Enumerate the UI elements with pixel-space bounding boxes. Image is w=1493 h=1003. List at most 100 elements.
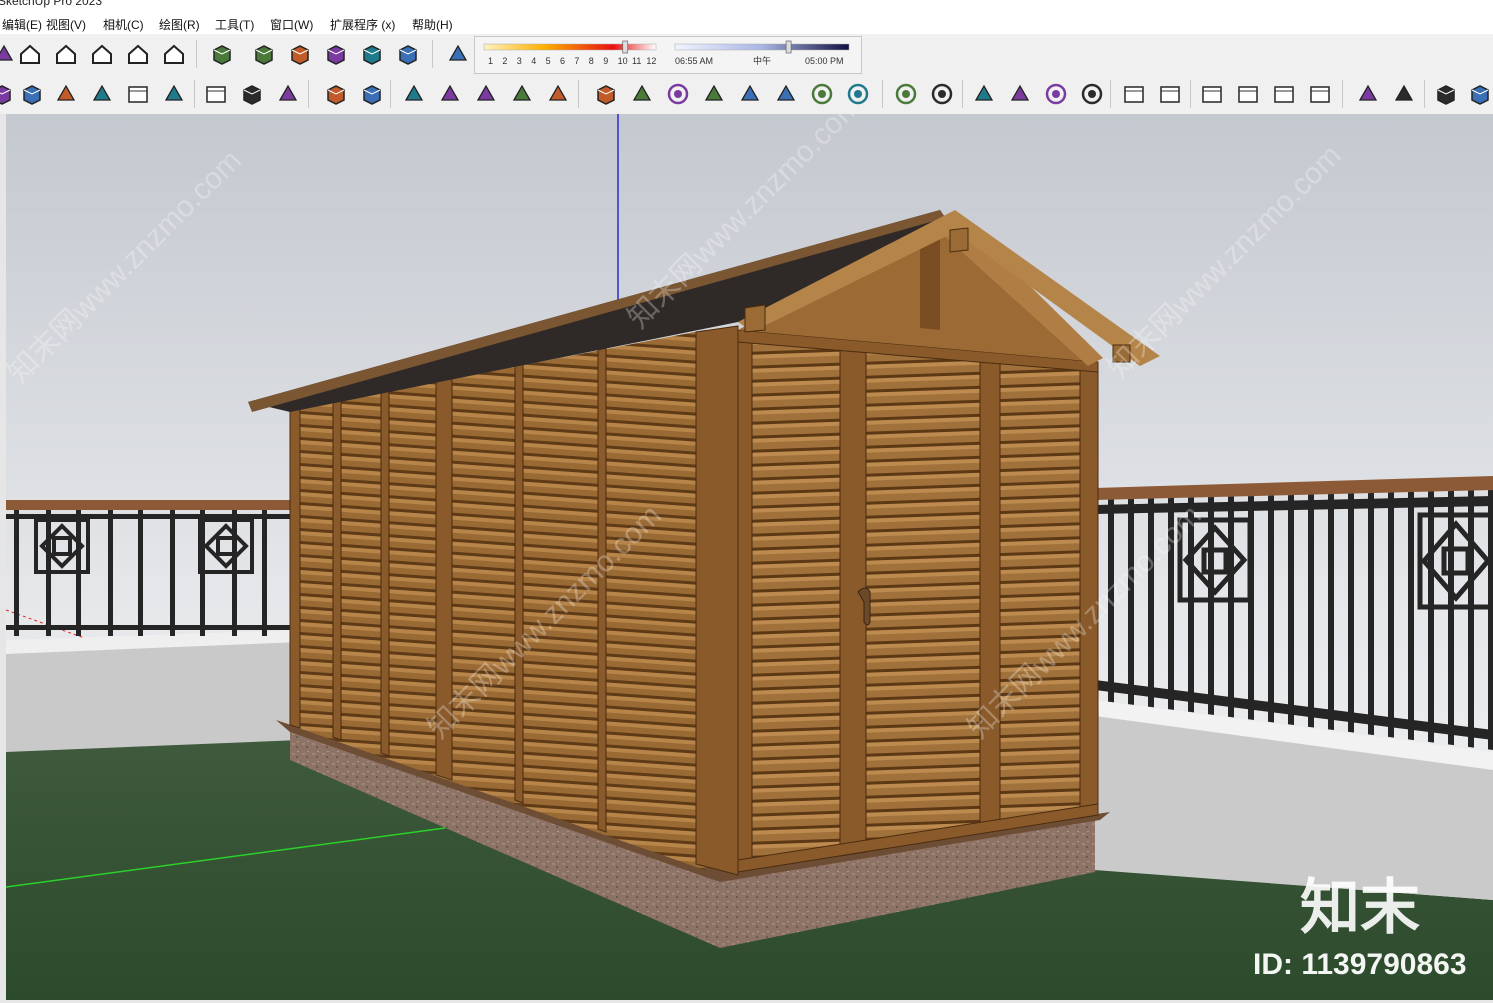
right-view-icon[interactable]: [162, 42, 186, 66]
stacked-boxes-icon[interactable]: [240, 82, 264, 106]
time-slider-thumb[interactable]: [785, 40, 792, 54]
drape-icon[interactable]: [474, 82, 498, 106]
menu-help[interactable]: 帮助(H): [412, 16, 453, 33]
month-tick-label: 9: [603, 56, 608, 66]
month-tick-label: 6: [560, 56, 565, 66]
scatter-icon[interactable]: [1392, 82, 1416, 106]
add-detail-icon[interactable]: [510, 82, 534, 106]
hidden-line-style-icon[interactable]: [324, 42, 348, 66]
month-tick-label: 3: [517, 56, 522, 66]
camera-window-icon[interactable]: [1236, 82, 1260, 106]
lock-window-icon[interactable]: [1308, 82, 1332, 106]
month-tick-label: 8: [589, 56, 594, 66]
time-slider-track[interactable]: [674, 43, 850, 51]
dimension-style-icon[interactable]: [594, 82, 618, 106]
toolbar-separator: [1342, 80, 1343, 108]
vray-icon[interactable]: [894, 82, 918, 106]
menu-view[interactable]: 视图(V): [46, 16, 86, 33]
month-tick-label: 12: [646, 56, 656, 66]
menu-draw[interactable]: 绘图(R): [159, 16, 200, 33]
sandbox-from-contours-icon[interactable]: [324, 82, 348, 106]
layout-icon[interactable]: [162, 82, 186, 106]
toolbar-separator: [432, 40, 433, 68]
watermark-id: ID: 1139790863: [1253, 948, 1467, 981]
menu-edit[interactable]: 编辑(E): [2, 16, 42, 33]
stamp-icon[interactable]: [438, 82, 462, 106]
toolbar-separator: [390, 80, 391, 108]
time-end-label: 05:00 PM: [805, 56, 844, 66]
grid-icon[interactable]: [204, 82, 228, 106]
menu-window[interactable]: 窗口(W): [270, 16, 313, 33]
protractor-icon[interactable]: [630, 82, 654, 106]
refresh-icon[interactable]: [1080, 82, 1104, 106]
back-view-icon[interactable]: [90, 42, 114, 66]
eraser-stamp-icon[interactable]: [90, 82, 114, 106]
month-tick-label: 4: [531, 56, 536, 66]
toolbar-tools: [0, 74, 1493, 115]
menu-tools[interactable]: 工具(T): [215, 16, 254, 33]
month-tick-label: 5: [546, 56, 551, 66]
shadow-sliders: 1 2 3 4 5 6 7 8 9 10 11 12 06:55 AM 中午 05:00 PM: [483, 40, 850, 66]
menu-extensions[interactable]: 扩展程序 (x): [330, 16, 395, 33]
smoove-icon[interactable]: [402, 82, 426, 106]
time-start-label: 06:55 AM: [675, 56, 713, 66]
sphere-icon[interactable]: [846, 82, 870, 106]
toolbar-separator: [578, 80, 579, 108]
teapot-play-icon[interactable]: [1008, 82, 1032, 106]
month-tick-label: 1: [488, 56, 493, 66]
toolbar-separator: [196, 40, 197, 68]
gradient-cube-icon[interactable]: [1434, 82, 1458, 106]
dome-icon[interactable]: [810, 82, 834, 106]
top-partial-icon[interactable]: [0, 42, 16, 66]
speed-icon[interactable]: [1044, 82, 1068, 106]
section-display-icon[interactable]: [1158, 82, 1182, 106]
toolbar-separator: [1110, 80, 1111, 108]
section-grid-icon[interactable]: [126, 82, 150, 106]
palette-icon[interactable]: [930, 82, 954, 106]
front-view-icon[interactable]: [54, 42, 78, 66]
toolbar-separator: [194, 80, 195, 108]
section-plane-icon[interactable]: [1122, 82, 1146, 106]
umbrella-icon[interactable]: [738, 82, 762, 106]
components-icon[interactable]: [210, 42, 234, 66]
time-noon-label: 中午: [753, 55, 771, 66]
box-partial-icon[interactable]: [0, 82, 14, 106]
circle-ring-icon[interactable]: [666, 82, 690, 106]
month-tick-label: 11: [632, 56, 641, 66]
landscape-icon[interactable]: [54, 82, 78, 106]
walk-person-icon[interactable]: [276, 82, 300, 106]
shaded-style-icon[interactable]: [360, 42, 384, 66]
box-plus-icon[interactable]: [20, 82, 44, 106]
home-view-icon[interactable]: [18, 42, 42, 66]
sun-rays-icon[interactable]: [774, 82, 798, 106]
wireframe-style-icon[interactable]: [288, 42, 312, 66]
month-tick-label: 7: [574, 56, 579, 66]
3d-viewport[interactable]: 知末网www.znzmo.com 知末网www.znzmo.com 知末网www…: [6, 114, 1493, 1000]
month-tick-label: 2: [502, 56, 507, 66]
toolbar-separator: [1190, 80, 1191, 108]
month-slider-thumb[interactable]: [622, 40, 629, 54]
iso-cube-icon[interactable]: [1468, 82, 1492, 106]
scene-window-icon[interactable]: [1200, 82, 1224, 106]
menu-camera[interactable]: 相机(C): [103, 16, 144, 33]
handrail-left: [6, 500, 292, 510]
watermark-brand: 知末: [1300, 874, 1420, 941]
shaded-texture-style-icon[interactable]: [396, 42, 420, 66]
xray-style-icon[interactable]: [252, 42, 276, 66]
sandbox-from-scratch-icon[interactable]: [360, 82, 384, 106]
shed-front-louvers: [738, 330, 1098, 872]
toolbar-separator: [1424, 80, 1425, 108]
photo-window-icon[interactable]: [1272, 82, 1296, 106]
month-slider-track[interactable]: [483, 43, 657, 51]
toolbar-separator: [308, 80, 309, 108]
teapot-icon[interactable]: [972, 82, 996, 106]
cone-icon[interactable]: [702, 82, 726, 106]
flip-edge-icon[interactable]: [546, 82, 570, 106]
toolbar-separator: [962, 80, 963, 108]
house-outline-icon[interactable]: [126, 42, 150, 66]
scene: 知末网www.znzmo.com 知末网www.znzmo.com 知末网www…: [6, 114, 1493, 1000]
railing-bottom-bar-left: [6, 625, 292, 630]
shadows-toggle-icon[interactable]: [446, 42, 470, 66]
menu-bar: 编辑(E) 视图(V) 相机(C) 绘图(R) 工具(T) 窗口(W) 扩展程序…: [0, 14, 1493, 34]
search-zoom-icon[interactable]: [1356, 82, 1380, 106]
